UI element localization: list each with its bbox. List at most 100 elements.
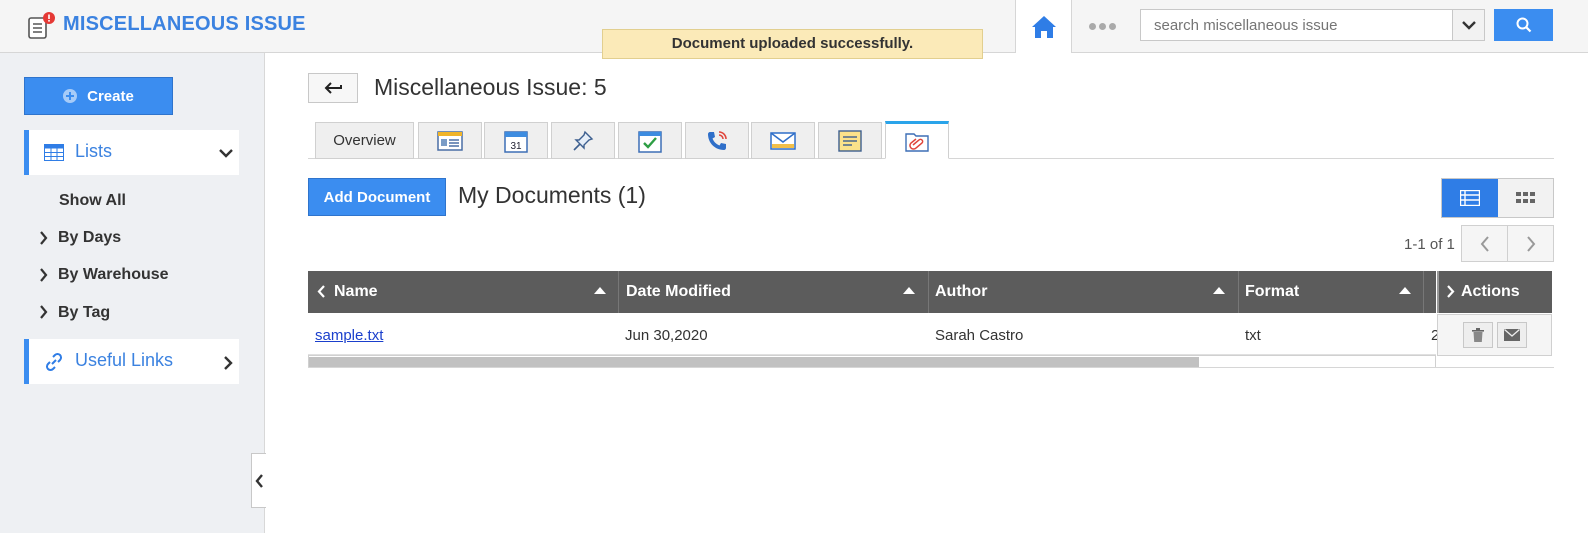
- column-header-date-modified[interactable]: Date Modified: [619, 271, 929, 313]
- sort-up-icon[interactable]: [594, 287, 606, 294]
- create-label: Create: [87, 87, 134, 105]
- table-row[interactable]: sample.txt Jun 30,2020 Sarah Castro txt …: [308, 314, 1439, 355]
- prev-page-button[interactable]: [1462, 226, 1508, 261]
- column-label: Name: [334, 283, 378, 300]
- notes-icon: [838, 129, 862, 152]
- chevron-left-icon: [1480, 235, 1489, 252]
- email-icon: [770, 131, 796, 150]
- details-card-icon: [437, 130, 463, 151]
- svg-text:31: 31: [510, 141, 522, 152]
- add-document-button[interactable]: Add Document: [308, 178, 446, 216]
- trash-icon: [1471, 328, 1484, 342]
- sidebar: Create Lists Show All By Days By Warehou…: [0, 53, 265, 533]
- dot-icon: [1108, 22, 1116, 30]
- column-label: Date Modified: [626, 283, 731, 300]
- section-title: My Documents (1): [458, 182, 646, 208]
- phone-call-icon: [708, 130, 727, 150]
- calendar-icon: 31: [504, 130, 528, 153]
- grid-view-button[interactable]: [1498, 179, 1553, 217]
- search-button[interactable]: [1494, 9, 1553, 41]
- document-name-link[interactable]: sample.txt: [315, 327, 383, 344]
- grid-view-icon: [1515, 192, 1535, 203]
- app-title[interactable]: MISCELLANEOUS ISSUE: [63, 13, 306, 36]
- plus-circle-icon: [63, 89, 78, 103]
- chevron-right-icon[interactable]: [1447, 285, 1455, 298]
- list-view-icon: [1460, 190, 1480, 206]
- table-grid-icon: [44, 144, 64, 166]
- column-header-name[interactable]: Name: [308, 271, 619, 313]
- tab-overview[interactable]: Overview: [315, 122, 414, 159]
- misc-issue-logo-icon: [26, 12, 55, 40]
- tab-calendar[interactable]: 31: [484, 122, 548, 159]
- tab-documents[interactable]: [885, 121, 949, 159]
- sort-up-icon[interactable]: [1213, 287, 1225, 294]
- tab-pin[interactable]: [551, 122, 615, 159]
- tab-details[interactable]: [418, 122, 482, 159]
- link-icon: [44, 352, 64, 377]
- chevron-left-icon[interactable]: [317, 285, 325, 298]
- dot-icon: [1088, 22, 1096, 30]
- tab-overview-label: Overview: [333, 132, 396, 149]
- sort-up-icon[interactable]: [903, 287, 915, 294]
- success-toast: Document uploaded successfully.: [602, 29, 983, 59]
- view-toggle: [1441, 178, 1554, 218]
- table-header: Name Date Modified Author Format: [308, 271, 1436, 313]
- table-bottom-border: [308, 367, 1554, 368]
- column-header-size-partial[interactable]: [1424, 271, 1436, 313]
- dot-icon: [1098, 22, 1106, 30]
- row-actions: [1437, 314, 1552, 356]
- column-header-author[interactable]: Author: [929, 271, 1239, 313]
- collapse-sidebar-button[interactable]: [251, 453, 266, 508]
- envelope-icon: [1503, 329, 1520, 341]
- chevron-down-icon: [219, 145, 233, 163]
- pin-icon: [573, 130, 594, 151]
- document-clip-icon: [905, 133, 929, 152]
- sidebar-item-by-tag[interactable]: By Tag: [58, 304, 110, 322]
- pagination-text: 1-1 of 1: [1404, 236, 1455, 253]
- search-icon: [1516, 17, 1531, 33]
- pagination: [1461, 225, 1554, 262]
- sidebar-item-by-days[interactable]: By Days: [58, 229, 121, 247]
- sidebar-item-by-warehouse[interactable]: By Warehouse: [58, 266, 169, 284]
- lists-label: Lists: [75, 141, 113, 161]
- tab-email[interactable]: [751, 122, 815, 159]
- useful-links-label: Useful Links: [75, 350, 174, 370]
- chevron-right-icon: [1526, 235, 1535, 252]
- next-page-button[interactable]: [1508, 226, 1553, 261]
- column-label: Author: [935, 283, 988, 300]
- task-check-icon: [638, 130, 662, 153]
- scrollbar-thumb[interactable]: [309, 357, 1199, 367]
- sidebar-item-useful-links[interactable]: Useful Links: [24, 339, 239, 384]
- search-dropdown-button[interactable]: [1452, 9, 1485, 41]
- column-header-actions: Actions: [1437, 271, 1552, 313]
- back-button[interactable]: [308, 73, 358, 103]
- back-arrow-icon: [324, 82, 342, 94]
- search-input[interactable]: [1140, 9, 1453, 41]
- column-header-format[interactable]: Format: [1239, 271, 1424, 313]
- tab-calls[interactable]: [685, 122, 749, 159]
- home-icon: [1031, 15, 1056, 38]
- more-options-button[interactable]: [1086, 16, 1118, 36]
- sidebar-item-show-all[interactable]: Show All: [59, 192, 126, 210]
- column-label: Format: [1245, 283, 1300, 300]
- format-cell: txt: [1245, 327, 1261, 344]
- home-button[interactable]: [1015, 0, 1072, 53]
- chevron-down-icon: [1461, 21, 1476, 30]
- column-label: Actions: [1461, 283, 1520, 300]
- chevron-right-icon: [39, 231, 48, 250]
- chevron-right-icon: [39, 268, 48, 287]
- delete-button[interactable]: [1462, 322, 1493, 348]
- chevron-left-icon: [255, 473, 263, 488]
- sort-up-icon[interactable]: [1399, 287, 1411, 294]
- page-title: Miscellaneous Issue: 5: [374, 74, 607, 100]
- email-document-button[interactable]: [1496, 322, 1527, 348]
- create-button[interactable]: Create: [24, 77, 173, 115]
- date-modified-cell: Jun 30,2020: [625, 327, 708, 344]
- sidebar-item-lists[interactable]: Lists: [24, 130, 239, 175]
- author-cell: Sarah Castro: [935, 327, 1024, 344]
- tab-tasks[interactable]: [618, 122, 682, 159]
- chevron-right-icon: [223, 356, 233, 375]
- tab-notes[interactable]: [818, 122, 882, 159]
- list-view-button[interactable]: [1442, 179, 1498, 217]
- chevron-right-icon: [39, 305, 48, 324]
